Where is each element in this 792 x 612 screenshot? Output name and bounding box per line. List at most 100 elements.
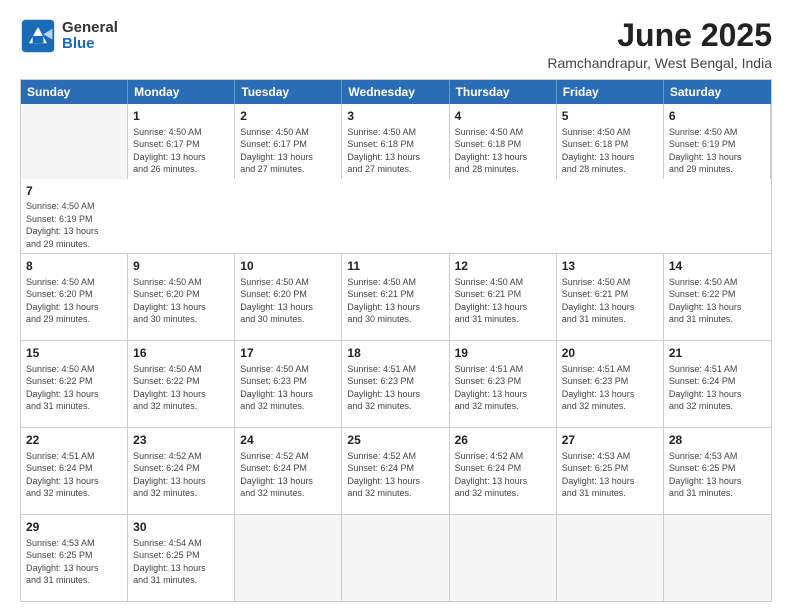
- cell-info: Sunrise: 4:51 AM Sunset: 6:24 PM Dayligh…: [669, 363, 766, 413]
- calendar-cell: 16Sunrise: 4:50 AM Sunset: 6:22 PM Dayli…: [128, 341, 235, 427]
- day-number: 8: [26, 258, 122, 275]
- calendar-cell: 25Sunrise: 4:52 AM Sunset: 6:24 PM Dayli…: [342, 428, 449, 514]
- logo-general-label: General: [62, 20, 118, 37]
- calendar-cell: 8Sunrise: 4:50 AM Sunset: 6:20 PM Daylig…: [21, 254, 128, 340]
- cell-info: Sunrise: 4:50 AM Sunset: 6:17 PM Dayligh…: [133, 126, 229, 176]
- cell-info: Sunrise: 4:50 AM Sunset: 6:19 PM Dayligh…: [26, 200, 123, 250]
- calendar-cell: 29Sunrise: 4:53 AM Sunset: 6:25 PM Dayli…: [21, 515, 128, 601]
- cell-info: Sunrise: 4:50 AM Sunset: 6:20 PM Dayligh…: [240, 276, 336, 326]
- calendar-cell: 5Sunrise: 4:50 AM Sunset: 6:18 PM Daylig…: [557, 104, 664, 178]
- day-number: 4: [455, 108, 551, 125]
- cell-info: Sunrise: 4:51 AM Sunset: 6:23 PM Dayligh…: [455, 363, 551, 413]
- calendar-cell: 6Sunrise: 4:50 AM Sunset: 6:19 PM Daylig…: [664, 104, 771, 178]
- header-wednesday: Wednesday: [342, 80, 449, 104]
- day-number: 7: [26, 183, 123, 200]
- day-number: 20: [562, 345, 658, 362]
- calendar-cell: 2Sunrise: 4:50 AM Sunset: 6:17 PM Daylig…: [235, 104, 342, 178]
- day-number: 30: [133, 519, 229, 536]
- calendar-cell: 26Sunrise: 4:52 AM Sunset: 6:24 PM Dayli…: [450, 428, 557, 514]
- calendar-cell: [557, 515, 664, 601]
- day-number: 1: [133, 108, 229, 125]
- cell-info: Sunrise: 4:50 AM Sunset: 6:19 PM Dayligh…: [669, 126, 765, 176]
- day-number: 3: [347, 108, 443, 125]
- page: General Blue June 2025 Ramchandrapur, We…: [0, 0, 792, 612]
- day-number: 17: [240, 345, 336, 362]
- cell-info: Sunrise: 4:52 AM Sunset: 6:24 PM Dayligh…: [133, 450, 229, 500]
- calendar-cell: 15Sunrise: 4:50 AM Sunset: 6:22 PM Dayli…: [21, 341, 128, 427]
- day-number: 5: [562, 108, 658, 125]
- day-number: 18: [347, 345, 443, 362]
- calendar-body: 1Sunrise: 4:50 AM Sunset: 6:17 PM Daylig…: [21, 104, 771, 601]
- calendar-cell: [21, 104, 128, 178]
- cell-info: Sunrise: 4:51 AM Sunset: 6:24 PM Dayligh…: [26, 450, 122, 500]
- cell-info: Sunrise: 4:53 AM Sunset: 6:25 PM Dayligh…: [669, 450, 766, 500]
- day-number: 21: [669, 345, 766, 362]
- calendar-cell: [450, 515, 557, 601]
- cell-info: Sunrise: 4:50 AM Sunset: 6:21 PM Dayligh…: [347, 276, 443, 326]
- cell-info: Sunrise: 4:51 AM Sunset: 6:23 PM Dayligh…: [347, 363, 443, 413]
- day-number: 28: [669, 432, 766, 449]
- calendar-cell: 1Sunrise: 4:50 AM Sunset: 6:17 PM Daylig…: [128, 104, 235, 178]
- calendar-cell: 10Sunrise: 4:50 AM Sunset: 6:20 PM Dayli…: [235, 254, 342, 340]
- calendar-cell: 17Sunrise: 4:50 AM Sunset: 6:23 PM Dayli…: [235, 341, 342, 427]
- calendar-cell: 3Sunrise: 4:50 AM Sunset: 6:18 PM Daylig…: [342, 104, 449, 178]
- header-friday: Friday: [557, 80, 664, 104]
- day-number: 29: [26, 519, 122, 536]
- cell-info: Sunrise: 4:53 AM Sunset: 6:25 PM Dayligh…: [562, 450, 658, 500]
- calendar-cell: 27Sunrise: 4:53 AM Sunset: 6:25 PM Dayli…: [557, 428, 664, 514]
- calendar-row-0: 1Sunrise: 4:50 AM Sunset: 6:17 PM Daylig…: [21, 104, 771, 253]
- calendar-cell: 9Sunrise: 4:50 AM Sunset: 6:20 PM Daylig…: [128, 254, 235, 340]
- calendar-row-4: 29Sunrise: 4:53 AM Sunset: 6:25 PM Dayli…: [21, 514, 771, 601]
- calendar-cell: 19Sunrise: 4:51 AM Sunset: 6:23 PM Dayli…: [450, 341, 557, 427]
- logo-blue-label: Blue: [62, 36, 118, 53]
- calendar-cell: [235, 515, 342, 601]
- logo-icon: [20, 18, 56, 54]
- header-tuesday: Tuesday: [235, 80, 342, 104]
- calendar-cell: 7Sunrise: 4:50 AM Sunset: 6:19 PM Daylig…: [21, 179, 128, 253]
- day-number: 2: [240, 108, 336, 125]
- calendar-subtitle: Ramchandrapur, West Bengal, India: [547, 55, 772, 71]
- day-number: 23: [133, 432, 229, 449]
- calendar-cell: 18Sunrise: 4:51 AM Sunset: 6:23 PM Dayli…: [342, 341, 449, 427]
- cell-info: Sunrise: 4:52 AM Sunset: 6:24 PM Dayligh…: [455, 450, 551, 500]
- calendar-cell: 13Sunrise: 4:50 AM Sunset: 6:21 PM Dayli…: [557, 254, 664, 340]
- calendar-cell: 28Sunrise: 4:53 AM Sunset: 6:25 PM Dayli…: [664, 428, 771, 514]
- cell-info: Sunrise: 4:50 AM Sunset: 6:22 PM Dayligh…: [133, 363, 229, 413]
- day-number: 19: [455, 345, 551, 362]
- cell-info: Sunrise: 4:50 AM Sunset: 6:17 PM Dayligh…: [240, 126, 336, 176]
- day-number: 12: [455, 258, 551, 275]
- header-saturday: Saturday: [664, 80, 771, 104]
- cell-info: Sunrise: 4:50 AM Sunset: 6:18 PM Dayligh…: [562, 126, 658, 176]
- title-block: June 2025 Ramchandrapur, West Bengal, In…: [547, 18, 772, 71]
- cell-info: Sunrise: 4:51 AM Sunset: 6:23 PM Dayligh…: [562, 363, 658, 413]
- day-number: 24: [240, 432, 336, 449]
- header-thursday: Thursday: [450, 80, 557, 104]
- cell-info: Sunrise: 4:52 AM Sunset: 6:24 PM Dayligh…: [347, 450, 443, 500]
- cell-info: Sunrise: 4:50 AM Sunset: 6:21 PM Dayligh…: [562, 276, 658, 326]
- cell-info: Sunrise: 4:52 AM Sunset: 6:24 PM Dayligh…: [240, 450, 336, 500]
- logo: General Blue: [20, 18, 118, 54]
- cell-info: Sunrise: 4:54 AM Sunset: 6:25 PM Dayligh…: [133, 537, 229, 587]
- cell-info: Sunrise: 4:50 AM Sunset: 6:23 PM Dayligh…: [240, 363, 336, 413]
- day-number: 9: [133, 258, 229, 275]
- header-monday: Monday: [128, 80, 235, 104]
- calendar-cell: 30Sunrise: 4:54 AM Sunset: 6:25 PM Dayli…: [128, 515, 235, 601]
- cell-info: Sunrise: 4:50 AM Sunset: 6:20 PM Dayligh…: [133, 276, 229, 326]
- calendar-cell: 4Sunrise: 4:50 AM Sunset: 6:18 PM Daylig…: [450, 104, 557, 178]
- day-number: 6: [669, 108, 765, 125]
- day-number: 10: [240, 258, 336, 275]
- calendar-title: June 2025: [547, 18, 772, 53]
- calendar-row-1: 8Sunrise: 4:50 AM Sunset: 6:20 PM Daylig…: [21, 253, 771, 340]
- calendar-header-row: Sunday Monday Tuesday Wednesday Thursday…: [21, 80, 771, 104]
- cell-info: Sunrise: 4:50 AM Sunset: 6:22 PM Dayligh…: [669, 276, 766, 326]
- calendar-cell: 14Sunrise: 4:50 AM Sunset: 6:22 PM Dayli…: [664, 254, 771, 340]
- calendar-cell: 20Sunrise: 4:51 AM Sunset: 6:23 PM Dayli…: [557, 341, 664, 427]
- calendar-cell: 12Sunrise: 4:50 AM Sunset: 6:21 PM Dayli…: [450, 254, 557, 340]
- header: General Blue June 2025 Ramchandrapur, We…: [20, 18, 772, 71]
- cell-info: Sunrise: 4:50 AM Sunset: 6:20 PM Dayligh…: [26, 276, 122, 326]
- calendar-cell: 23Sunrise: 4:52 AM Sunset: 6:24 PM Dayli…: [128, 428, 235, 514]
- cell-info: Sunrise: 4:53 AM Sunset: 6:25 PM Dayligh…: [26, 537, 122, 587]
- day-number: 14: [669, 258, 766, 275]
- day-number: 13: [562, 258, 658, 275]
- cell-info: Sunrise: 4:50 AM Sunset: 6:18 PM Dayligh…: [347, 126, 443, 176]
